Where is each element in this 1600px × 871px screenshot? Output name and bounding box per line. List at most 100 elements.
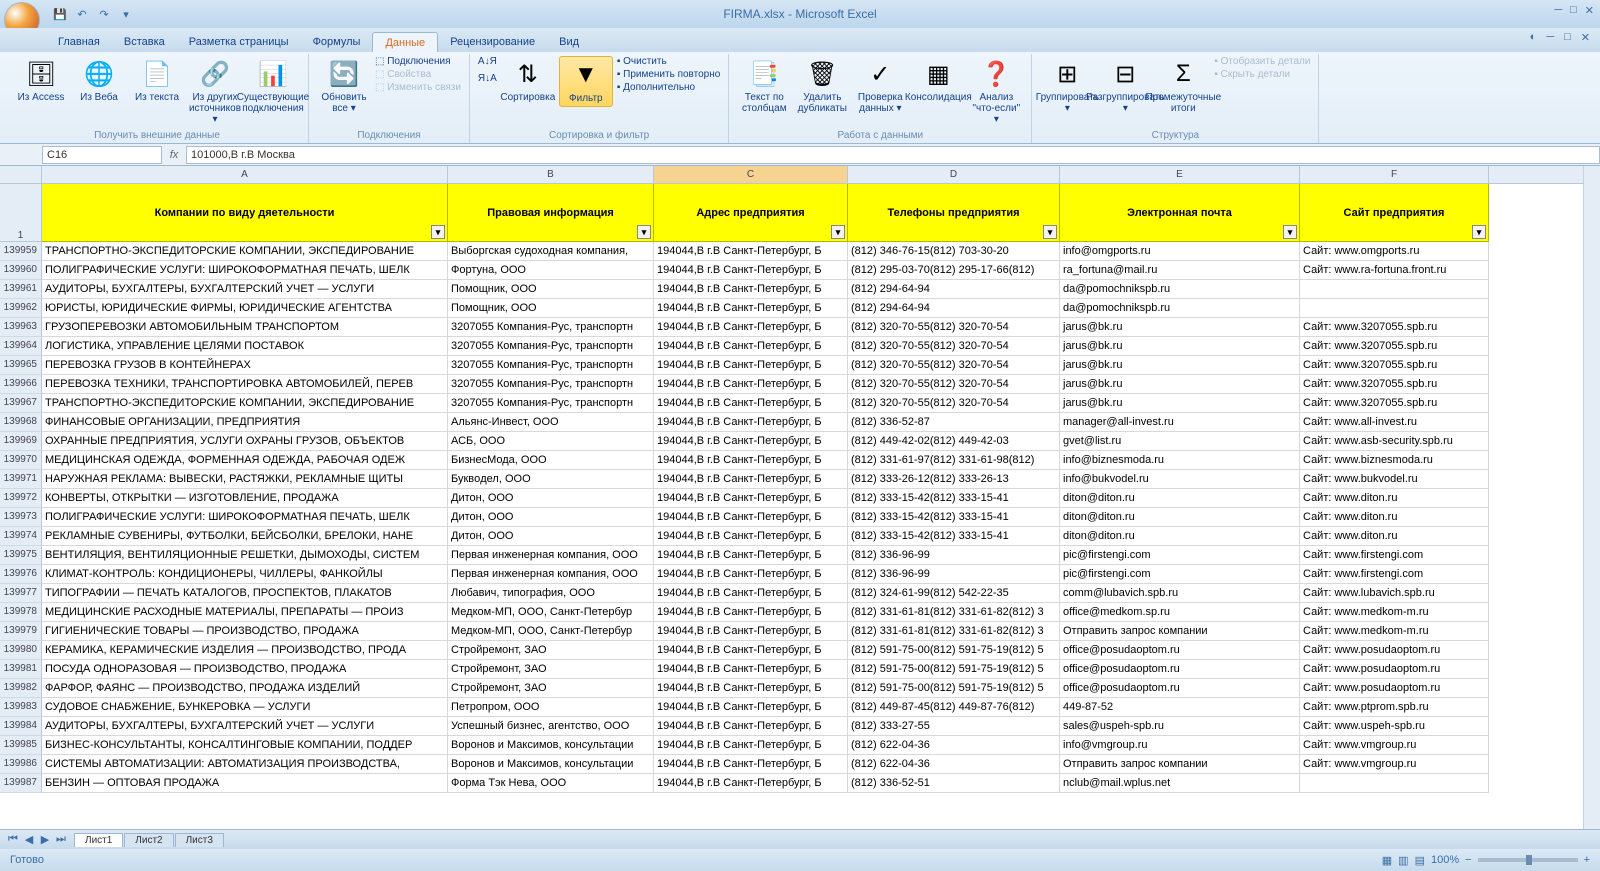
cell[interactable]: 194044,В г.В Санкт-Петербург, Б	[654, 451, 848, 470]
cell[interactable]: 194044,В г.В Санкт-Петербург, Б	[654, 261, 848, 280]
column-header-A[interactable]: A	[42, 166, 448, 183]
cell[interactable]: Дитон, ООО	[448, 508, 654, 527]
sheet-nav-last[interactable]: ⏭	[54, 833, 68, 846]
datatool-button[interactable]: 🗑Удалить дубликаты	[795, 56, 849, 116]
cell[interactable]: Сайт: www.vmgroup.ru	[1300, 736, 1489, 755]
sort-button[interactable]: ⇅ Сортировка	[501, 56, 555, 105]
close-workbook-icon[interactable]: ✕	[1581, 31, 1590, 44]
tab-Вставка[interactable]: Вставка	[112, 32, 177, 52]
cell[interactable]: (812) 333-26-12(812) 333-26-13	[848, 470, 1060, 489]
cell[interactable]: АУДИТОРЫ, БУХГАЛТЕРЫ, БУХГАЛТЕРСКИЙ УЧЕТ…	[42, 717, 448, 736]
cell[interactable]: Сайт: www.biznesmoda.ru	[1300, 451, 1489, 470]
select-all-corner[interactable]	[0, 166, 42, 184]
cell[interactable]: Сайт: www.firstengi.com	[1300, 546, 1489, 565]
cell[interactable]: (812) 333-15-42(812) 333-15-41	[848, 527, 1060, 546]
ext-data-button[interactable]: 🌐Из Веба	[72, 56, 126, 105]
refresh-all-button[interactable]: 🔄 Обновить все ▾	[317, 56, 371, 116]
cell[interactable]: Первая инженерная компания, ООО	[448, 546, 654, 565]
name-box[interactable]	[42, 146, 162, 164]
cell[interactable]: ПОЛИГРАФИЧЕСКИЕ УСЛУГИ: ШИРОКОФОРМАТНАЯ …	[42, 261, 448, 280]
row-header[interactable]: 139974	[0, 527, 42, 546]
column-header-B[interactable]: B	[448, 166, 654, 183]
row-header[interactable]: 139972	[0, 489, 42, 508]
cell[interactable]	[1300, 280, 1489, 299]
cell[interactable]: (812) 336-96-99	[848, 546, 1060, 565]
cell[interactable]: Сайт: www.3207055.spb.ru	[1300, 318, 1489, 337]
cell[interactable]: Буквoдел, ООО	[448, 470, 654, 489]
row-header[interactable]: 139965	[0, 356, 42, 375]
cell[interactable]: (812) 333-15-42(812) 333-15-41	[848, 508, 1060, 527]
cell[interactable]: 194044,В г.В Санкт-Петербург, Б	[654, 394, 848, 413]
cell[interactable]: Отправить запрос компании	[1060, 755, 1300, 774]
sort-az-button[interactable]: А↓Я	[478, 56, 497, 67]
cell[interactable]: (812) 622-04-36	[848, 755, 1060, 774]
cell[interactable]: info@bukvodel.ru	[1060, 470, 1300, 489]
cell[interactable]: (812) 294-64-94	[848, 280, 1060, 299]
row-header[interactable]: 139961	[0, 280, 42, 299]
cell[interactable]: sales@uspeh-spb.ru	[1060, 717, 1300, 736]
cell[interactable]: comm@lubavich.spb.ru	[1060, 584, 1300, 603]
row-header[interactable]: 139987	[0, 774, 42, 793]
sheet-nav-prev[interactable]: ◀	[22, 833, 36, 846]
cell[interactable]: Альянс-Инвест, ООО	[448, 413, 654, 432]
cell[interactable]: jarus@bk.ru	[1060, 337, 1300, 356]
cell[interactable]: diton@diton.ru	[1060, 527, 1300, 546]
cell[interactable]: РЕКЛАМНЫЕ СУВЕНИРЫ, ФУТБОЛКИ, БЕЙСБОЛКИ,…	[42, 527, 448, 546]
conn-item[interactable]: ⬚ Подключения	[375, 56, 461, 67]
cell[interactable]: 194044,В г.В Санкт-Петербург, Б	[654, 489, 848, 508]
cell[interactable]: Медком-МП, ООО, Санкт-Петербур	[448, 603, 654, 622]
cell[interactable]: pic@firstengi.com	[1060, 546, 1300, 565]
row-header[interactable]: 139964	[0, 337, 42, 356]
cell[interactable]: Воронов и Максимов, консультации	[448, 736, 654, 755]
cell[interactable]: Сайт: www.vmgroup.ru	[1300, 755, 1489, 774]
cell[interactable]: 194044,В г.В Санкт-Петербург, Б	[654, 736, 848, 755]
row-header[interactable]: 139973	[0, 508, 42, 527]
cell[interactable]: 194044,В г.В Санкт-Петербург, Б	[654, 774, 848, 793]
cell[interactable]: (812) 336-52-87	[848, 413, 1060, 432]
cell[interactable]: 194044,В г.В Санкт-Петербург, Б	[654, 546, 848, 565]
row-header[interactable]: 139985	[0, 736, 42, 755]
filter-dropdown-icon[interactable]: ▾	[831, 225, 845, 239]
cell[interactable]: ТРАНСПОРТНО-ЭКСПЕДИТОРСКИЕ КОМПАНИИ, ЭКС…	[42, 394, 448, 413]
cell[interactable]: Фортуна, ООО	[448, 261, 654, 280]
sheet-nav-first[interactable]: ⏮	[6, 833, 20, 846]
zoom-percent[interactable]: 100%	[1431, 854, 1459, 866]
tab-Вид[interactable]: Вид	[547, 32, 591, 52]
cell[interactable]: Сайт: www.uspeh-spb.ru	[1300, 717, 1489, 736]
zoom-out-button[interactable]: −	[1465, 854, 1471, 866]
cell[interactable]: manager@all-invest.ru	[1060, 413, 1300, 432]
help-icon[interactable]: ◐	[1530, 31, 1537, 44]
column-header-E[interactable]: E	[1060, 166, 1300, 183]
redo-icon[interactable]: ↷	[96, 6, 112, 22]
cell[interactable]: БЕНЗИН — ОПТОВАЯ ПРОДАЖА	[42, 774, 448, 793]
cell[interactable]: Дитон, ООО	[448, 489, 654, 508]
cell[interactable]: (812) 346-76-15(812) 703-30-20	[848, 242, 1060, 261]
row-header[interactable]: 139975	[0, 546, 42, 565]
cell[interactable]: (812) 331-61-81(812) 331-61-82(812) 3	[848, 622, 1060, 641]
cell[interactable]: 194044,В г.В Санкт-Петербург, Б	[654, 603, 848, 622]
filter-dropdown-icon[interactable]: ▾	[1043, 225, 1057, 239]
cell[interactable]: Сайт: www.all-invest.ru	[1300, 413, 1489, 432]
filter-option[interactable]: ▪ Дополнительно	[617, 82, 721, 93]
row-header[interactable]: 139980	[0, 641, 42, 660]
row-header[interactable]: 139982	[0, 679, 42, 698]
cell[interactable]: office@posudaoptom.ru	[1060, 679, 1300, 698]
row-header[interactable]: 139966	[0, 375, 42, 394]
view-normal-icon[interactable]: ▦	[1382, 854, 1392, 867]
minimize-ribbon-icon[interactable]: ─	[1546, 31, 1554, 44]
cell[interactable]: АСБ, ООО	[448, 432, 654, 451]
row-header[interactable]: 139976	[0, 565, 42, 584]
cell[interactable]: info@biznesmoda.ru	[1060, 451, 1300, 470]
sheet-tab[interactable]: Лист3	[175, 833, 224, 847]
cell[interactable]: Сайт: www.diton.ru	[1300, 489, 1489, 508]
datatool-button[interactable]: ❓Анализ "что-если" ▾	[969, 56, 1023, 127]
tab-Формулы[interactable]: Формулы	[301, 32, 373, 52]
cell[interactable]: (812) 320-70-55(812) 320-70-54	[848, 318, 1060, 337]
cell[interactable]: (812) 320-70-55(812) 320-70-54	[848, 375, 1060, 394]
cell[interactable]: Любавич, типография, ООО	[448, 584, 654, 603]
datatool-button[interactable]: ✓Проверка данных ▾	[853, 56, 907, 116]
row-header[interactable]: 139977	[0, 584, 42, 603]
formula-input[interactable]	[186, 146, 1600, 164]
cell[interactable]: Форма Тэк Нева, ООО	[448, 774, 654, 793]
cell[interactable]: 194044,В г.В Санкт-Петербург, Б	[654, 318, 848, 337]
